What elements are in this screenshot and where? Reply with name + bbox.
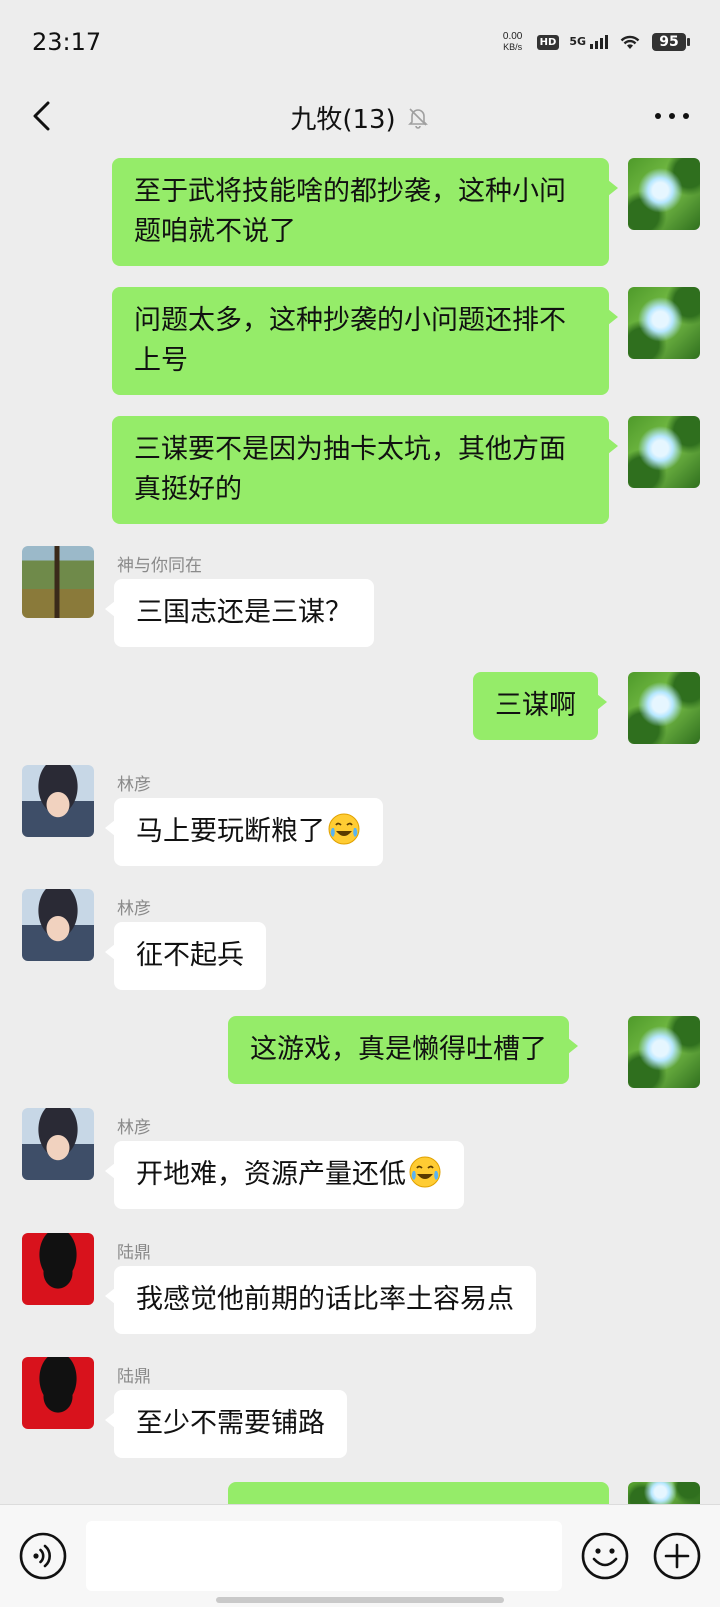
smiley-icon[interactable] [580,1531,630,1581]
message-text: 征不起兵 [136,940,244,971]
sender-name: 林彦 [117,1118,151,1138]
my-avatar[interactable] [628,1482,700,1504]
message-bubble[interactable]: 三谋啊 [473,672,607,740]
message-text: 这游戏，真是懒得吐槽了 [250,1034,547,1065]
status-bar: 23:17 0.00 KB/s HD 5G 95 [0,0,720,84]
sender-name: 林彦 [117,899,151,919]
my-avatar[interactable] [628,158,700,230]
message-input[interactable] [86,1521,562,1591]
sender-avatar[interactable] [22,1108,94,1180]
message-bubble[interactable]: 三国志还是三谋？ [105,579,374,647]
battery-icon: 95 [652,33,690,51]
message-text: 三谋啊 [495,690,576,721]
wifi-icon [620,35,640,49]
my-avatar[interactable] [628,1016,700,1088]
bell-muted-icon [407,108,428,129]
message-text: 至于武将技能啥的都抄袭，这种小问题咱就不说了 [134,176,566,247]
sender-name: 陆鼎 [117,1243,151,1263]
message-text: 马上要玩断粮了 [136,816,325,847]
voice-icon[interactable] [18,1531,68,1581]
sender-name: 神与你同在 [117,556,202,576]
my-avatar[interactable] [628,672,700,744]
sender-avatar[interactable] [22,765,94,837]
sender-name: 陆鼎 [117,1367,151,1387]
more-button[interactable] [648,96,696,136]
chat-header: 九牧(13) [0,84,720,150]
cellular-signal-icon: 5G [569,35,608,49]
message-text: 至少不需要铺路 [136,1408,325,1439]
plus-icon[interactable] [652,1531,702,1581]
sender-avatar[interactable] [22,1357,94,1429]
message-bubble[interactable]: 开地难，资源产量还低 [105,1141,464,1209]
message-bubble[interactable]: 问题太多，这种抄袭的小问题还排不上号 [112,287,618,395]
chat-title: 九牧(13) [290,104,396,135]
status-time: 23:17 [32,28,102,56]
sender-name: 林彦 [117,775,151,795]
my-avatar[interactable] [628,416,700,488]
network-speed: 0.00 KB/s [499,31,527,53]
message-bubble[interactable]: 至于武将技能啥的都抄袭，这种小问题咱就不说了 [112,158,618,266]
message-bubble-partial[interactable] [228,1482,609,1504]
sender-avatar[interactable] [22,1233,94,1305]
message-text: 三谋要不是因为抽卡太坑，其他方面真挺好的 [134,434,566,505]
sender-avatar[interactable] [22,546,94,618]
message-bubble[interactable]: 马上要玩断粮了 [105,798,383,866]
message-bubble[interactable]: 征不起兵 [105,922,266,990]
my-avatar[interactable] [628,287,700,359]
message-text: 问题太多，这种抄袭的小问题还排不上号 [134,305,566,376]
crying-laugh-emoji [409,1156,441,1188]
message-text: 我感觉他前期的话比率土容易点 [136,1284,514,1315]
status-icons: 0.00 KB/s HD 5G 95 [499,32,690,52]
more-dots-icon [655,113,689,119]
sender-avatar[interactable] [22,889,94,961]
message-text: 三国志还是三谋？ [136,597,352,628]
crying-laugh-emoji [328,813,360,845]
message-bubble[interactable]: 我感觉他前期的话比率土容易点 [105,1266,536,1334]
network-speed-value: 0.00 [502,31,523,42]
message-bubble[interactable]: 至少不需要铺路 [105,1390,347,1458]
network-speed-unit: KB/s [503,42,523,52]
message-text: 开地难，资源产量还低 [136,1159,406,1190]
message-bubble[interactable]: 这游戏，真是懒得吐槽了 [228,1016,578,1084]
input-bar [0,1504,720,1607]
network-type-label: 5G [569,35,586,48]
message-bubble[interactable]: 三谋要不是因为抽卡太坑，其他方面真挺好的 [112,416,618,524]
battery-level: 95 [652,33,686,51]
hd-icon: HD [536,34,560,50]
home-indicator[interactable] [216,1597,504,1603]
